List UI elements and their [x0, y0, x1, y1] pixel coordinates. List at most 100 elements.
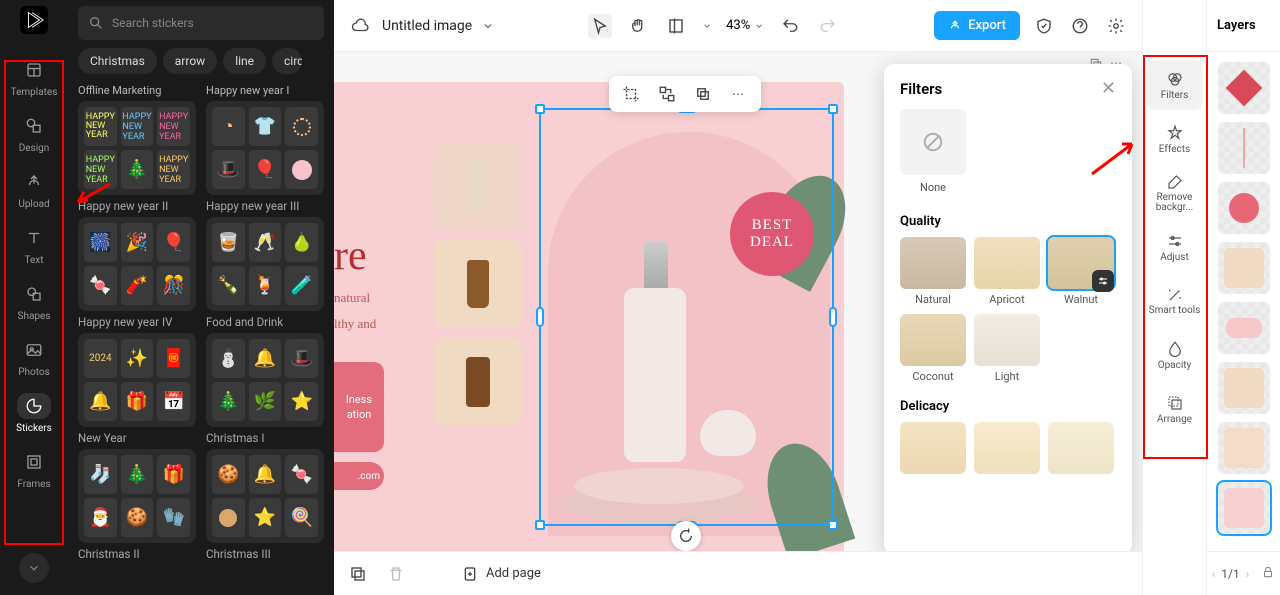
top-bar: Untitled image 43% Export: [334, 0, 1142, 52]
crop-icon[interactable]: [619, 82, 643, 106]
document-title[interactable]: Untitled image: [382, 18, 472, 34]
none-icon: [922, 131, 944, 153]
cursor-tool[interactable]: [588, 14, 612, 38]
layers-list: [1207, 52, 1280, 551]
magic-icon: [1166, 286, 1184, 304]
prev-page[interactable]: ‹: [1212, 567, 1216, 581]
tool-effects[interactable]: Effects: [1147, 114, 1203, 164]
filter-none[interactable]: None: [900, 109, 966, 194]
tag-christmas[interactable]: Christmas: [78, 48, 157, 74]
rail-frames[interactable]: Frames: [6, 442, 62, 496]
layer-item[interactable]: [1218, 62, 1270, 114]
rail-templates[interactable]: Templates: [6, 50, 62, 104]
export-button[interactable]: Export: [934, 11, 1020, 40]
tag-circle[interactable]: circle: [272, 48, 302, 74]
gear-icon[interactable]: [1104, 14, 1128, 38]
refresh-button[interactable]: [671, 521, 701, 551]
tool-adjust[interactable]: Adjust: [1147, 222, 1203, 272]
filter-light[interactable]: Light: [974, 314, 1040, 383]
filter-adjust-icon[interactable]: [1092, 270, 1114, 292]
layer-item[interactable]: [1218, 122, 1270, 174]
next-page[interactable]: ›: [1246, 567, 1250, 581]
delete-icon[interactable]: [384, 562, 408, 586]
rail-upload[interactable]: Upload: [6, 162, 62, 216]
filter-delicacy-3[interactable]: [1048, 422, 1114, 474]
app-logo[interactable]: [20, 6, 48, 34]
rail-design[interactable]: Design: [6, 106, 62, 160]
filters-icon: [1166, 70, 1184, 88]
filter-natural[interactable]: Natural: [900, 237, 966, 306]
more-icon[interactable]: ⋯: [727, 82, 751, 106]
text-icon: [17, 225, 51, 251]
crop-tool[interactable]: [664, 14, 688, 38]
undo-button[interactable]: [778, 14, 802, 38]
layers-toggle-icon[interactable]: [346, 562, 370, 586]
help-icon[interactable]: [1068, 14, 1092, 38]
add-page-button[interactable]: Add page: [462, 566, 541, 582]
export-icon: [948, 19, 962, 33]
filter-delicacy-1[interactable]: [900, 422, 966, 474]
round-jar: [700, 410, 756, 456]
chevron-down-icon: [754, 21, 764, 31]
sticker-tags: Christmas arrow line circle: [78, 48, 324, 74]
tag-arrow[interactable]: arrow: [163, 48, 217, 74]
sticker-grid[interactable]: HAPPYNEWYEARHAPPYNEWYEARHAPPYNEWYEAR HAP…: [78, 101, 196, 195]
templates-icon: [17, 57, 51, 83]
rail-more-button[interactable]: [19, 553, 49, 583]
duplicate-icon[interactable]: [691, 82, 715, 106]
adjust-icon: [1166, 232, 1184, 250]
shield-icon[interactable]: [1032, 14, 1056, 38]
sticker-grid[interactable]: ◔👕 🎩🎈: [206, 101, 324, 195]
layer-item[interactable]: [1218, 302, 1270, 354]
layer-item[interactable]: [1218, 242, 1270, 294]
layer-item[interactable]: [1218, 182, 1270, 234]
sticker-grid[interactable]: 🧦🎄🎁 🎅🍪🧤: [78, 449, 196, 543]
rail-shapes[interactable]: Shapes: [6, 274, 62, 328]
close-button[interactable]: ✕: [1101, 78, 1116, 99]
rail-stickers[interactable]: Stickers: [6, 386, 62, 440]
tool-opacity[interactable]: Opacity: [1147, 330, 1203, 380]
add-page-icon: [462, 566, 478, 582]
cloud-icon[interactable]: [348, 14, 372, 38]
canvas-page[interactable]: re natural lthy and lness ation .com: [334, 82, 844, 551]
layer-item[interactable]: [1218, 362, 1270, 414]
stickers-icon: [17, 393, 51, 419]
layer-item[interactable]: [1218, 422, 1270, 474]
tool-smart[interactable]: Smart tools: [1147, 276, 1203, 326]
best-deal-badge: BEST DEAL: [730, 192, 814, 276]
zoom-dropdown[interactable]: 43%: [726, 18, 764, 33]
tool-filters[interactable]: Filters: [1147, 60, 1203, 110]
tools-bar: Filters Effects Remove backgr... Adjust …: [1142, 0, 1206, 595]
filter-coconut[interactable]: Coconut: [900, 314, 966, 383]
rail-text[interactable]: Text: [6, 218, 62, 272]
arrange-icon: [1166, 394, 1184, 412]
hand-tool[interactable]: [626, 14, 650, 38]
canvas-subtitle: natural: [334, 290, 376, 306]
canvas[interactable]: ⋯ re natural lthy and lness ation .com: [334, 52, 1142, 551]
replace-icon[interactable]: [655, 82, 679, 106]
tool-arrange[interactable]: Arrange: [1147, 384, 1203, 434]
canvas-badge: lness ation: [334, 362, 384, 452]
layer-item-selected[interactable]: [1218, 482, 1270, 534]
product-thumbs: [434, 142, 522, 426]
layers-title: Layers: [1207, 0, 1280, 52]
filter-delicacy-2[interactable]: [974, 422, 1040, 474]
thumb-2: [434, 240, 522, 328]
tool-remove-bg[interactable]: Remove backgr...: [1147, 168, 1203, 218]
tag-line[interactable]: line: [223, 48, 266, 74]
sticker-grid[interactable]: 🍪🔔🍬 ⭐🍭: [206, 449, 324, 543]
sticker-grid[interactable]: 2024✨🧧 🔔🎁📅: [78, 333, 196, 427]
sticker-grid[interactable]: 🎆🎉🎈 🍬🧨🎊: [78, 217, 196, 311]
search-stickers[interactable]: Search stickers: [78, 6, 324, 40]
sticker-grid[interactable]: 🥃🥂🍐 🍾🍹🧪: [206, 217, 324, 311]
filter-apricot[interactable]: Apricot: [974, 237, 1040, 306]
erase-icon: [1166, 173, 1184, 191]
rail-photos[interactable]: Photos: [6, 330, 62, 384]
redo-button[interactable]: [816, 14, 840, 38]
chevron-down-icon[interactable]: [482, 20, 494, 32]
lock-icon[interactable]: [1261, 565, 1275, 582]
sticker-grid[interactable]: ⛄🔔🎩 🎄🌿⭐: [206, 333, 324, 427]
chevron-down-icon[interactable]: [702, 21, 712, 31]
effects-icon: [1166, 124, 1184, 142]
context-toolbar: ⋯: [609, 76, 761, 112]
